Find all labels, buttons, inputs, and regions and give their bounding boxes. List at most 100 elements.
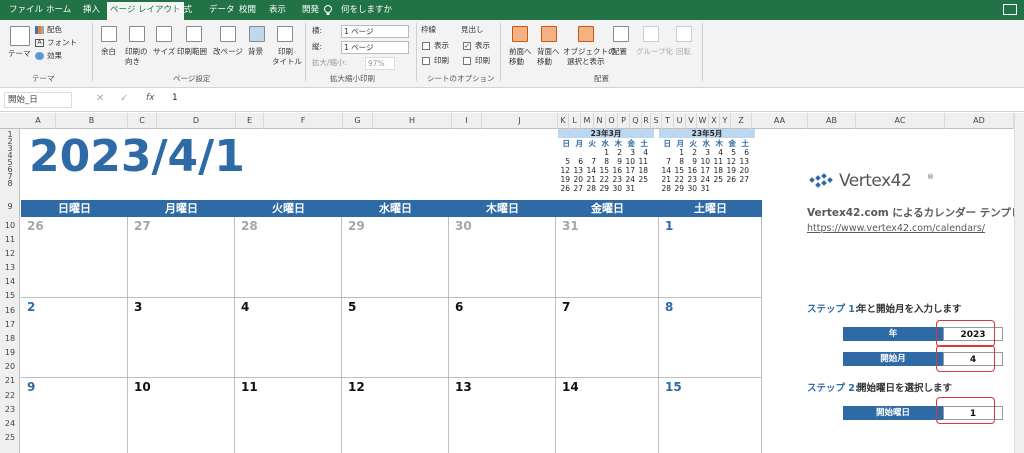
column-header[interactable]: V — [686, 113, 697, 129]
column-header[interactable]: X — [709, 113, 720, 129]
column-header[interactable]: P — [618, 113, 630, 129]
row-header[interactable]: 10 — [0, 220, 20, 232]
column-header[interactable]: S — [651, 113, 662, 129]
selection-pane-label-2[interactable]: 選択と表示 — [567, 57, 605, 67]
background-icon[interactable] — [249, 26, 265, 42]
effects-button[interactable]: 効果 — [47, 51, 62, 61]
page-break-icon[interactable] — [220, 26, 236, 42]
print-area-icon[interactable] — [186, 26, 202, 42]
calendar-day-cell[interactable]: 12 — [342, 378, 449, 453]
print-titles-icon[interactable] — [277, 26, 293, 42]
calendar-day-cell[interactable]: 10 — [128, 378, 235, 453]
margins-icon[interactable] — [101, 26, 117, 42]
row-header[interactable]: 15 — [0, 290, 20, 302]
group-button[interactable]: グループ化 — [636, 47, 673, 57]
formula-input[interactable]: 1 — [172, 93, 178, 103]
column-header[interactable]: W — [697, 113, 709, 129]
column-header[interactable]: AB — [808, 113, 856, 129]
column-header[interactable]: E — [236, 113, 264, 129]
row-header[interactable]: 24 — [0, 418, 20, 430]
margins-button[interactable]: 余白 — [101, 47, 116, 57]
row-header[interactable]: 22 — [0, 390, 20, 402]
calendar-day-cell[interactable]: 1 — [659, 217, 762, 298]
row-header[interactable]: 21 — [0, 375, 20, 387]
orientation-label-2[interactable]: 向き — [125, 57, 140, 67]
calendar-day-cell[interactable]: 11 — [235, 378, 342, 453]
orientation-label-1[interactable]: 印刷の — [125, 47, 148, 57]
height-select[interactable]: 1 ページ — [341, 41, 409, 54]
calendar-day-cell[interactable]: 28 — [235, 217, 342, 298]
group-icon[interactable] — [643, 26, 659, 42]
function-icon[interactable]: fx — [146, 93, 155, 103]
column-header[interactable]: N — [594, 113, 606, 129]
calendar-day-cell[interactable]: 4 — [235, 298, 342, 378]
tab-7[interactable]: 表示 — [266, 0, 289, 20]
tab-0[interactable]: ファイル — [6, 0, 46, 20]
row-header[interactable]: 16 — [0, 305, 20, 317]
row-header[interactable]: 14 — [0, 276, 20, 288]
scale-input[interactable]: 97% — [365, 57, 395, 70]
calendar-day-cell[interactable]: 6 — [449, 298, 556, 378]
colors-button[interactable]: 配色 — [47, 25, 62, 35]
column-header[interactable]: L — [569, 113, 581, 129]
send-backward-label-1[interactable]: 背面へ — [537, 47, 560, 57]
selection-pane-icon[interactable] — [578, 26, 594, 42]
comments-icon[interactable] — [1003, 4, 1017, 15]
background-button[interactable]: 背景 — [248, 47, 263, 57]
row-header[interactable]: 25 — [0, 432, 20, 444]
print-titles-label-1[interactable]: 印刷 — [278, 47, 293, 57]
vertical-scrollbar[interactable] — [1014, 113, 1024, 453]
bring-forward-label-2[interactable]: 移動 — [509, 57, 524, 67]
calendar-day-cell[interactable]: 3 — [128, 298, 235, 378]
orientation-icon[interactable] — [129, 26, 145, 42]
column-header[interactable]: C — [128, 113, 157, 129]
bring-forward-label-1[interactable]: 前面へ — [509, 47, 532, 57]
column-header[interactable]: H — [373, 113, 452, 129]
row-header[interactable]: 11 — [0, 234, 20, 246]
cancel-icon[interactable]: ✕ — [96, 93, 104, 104]
column-header[interactable]: U — [674, 113, 686, 129]
column-header[interactable]: AD — [945, 113, 1014, 129]
fonts-button[interactable]: フォント — [47, 38, 77, 48]
row-header[interactable]: 19 — [0, 347, 20, 359]
calendar-day-cell[interactable]: 29 — [342, 217, 449, 298]
column-header[interactable]: M — [581, 113, 594, 129]
calendar-day-cell[interactable]: 5 — [342, 298, 449, 378]
column-header[interactable]: R — [642, 113, 651, 129]
calendar-day-cell[interactable]: 27 — [128, 217, 235, 298]
row-header[interactable]: 17 — [0, 319, 20, 331]
rotate-icon[interactable] — [676, 26, 692, 42]
tab-1[interactable]: ホーム — [43, 0, 74, 20]
theme-icon[interactable] — [10, 26, 30, 46]
gridlines-print-checkbox[interactable] — [422, 57, 430, 65]
row-header[interactable]: 23 — [0, 404, 20, 416]
column-header[interactable]: Q — [630, 113, 642, 129]
tab-8[interactable]: 開発 — [299, 0, 322, 20]
calendar-day-cell[interactable]: 2 — [21, 298, 128, 378]
worksheet[interactable]: 2023/4/1 23年3月日月火水木金土 1 2 3 4 5 6 7 8 9 10 11 12 13 14… — [21, 129, 1014, 453]
tell-me-search[interactable]: 何をしますか — [338, 0, 395, 20]
row-header[interactable]: 9 — [0, 201, 20, 213]
column-header[interactable]: G — [343, 113, 373, 129]
row-header[interactable]: 13 — [0, 262, 20, 274]
column-header[interactable]: D — [157, 113, 236, 129]
row-header[interactable]: 20 — [0, 361, 20, 373]
calendar-day-cell[interactable]: 8 — [659, 298, 762, 378]
size-icon[interactable] — [156, 26, 172, 42]
calendar-day-cell[interactable]: 7 — [556, 298, 659, 378]
bring-forward-icon[interactable] — [512, 26, 528, 42]
vertex42-link[interactable]: https://www.vertex42.com/calendars/ — [807, 223, 985, 234]
align-button[interactable]: 配置 — [612, 47, 627, 57]
column-header[interactable]: K — [558, 113, 569, 129]
column-header[interactable]: F — [264, 113, 343, 129]
column-header[interactable]: J — [482, 113, 558, 129]
column-header[interactable]: O — [606, 113, 618, 129]
rotate-button[interactable]: 回転 — [676, 47, 691, 57]
column-header[interactable]: T — [662, 113, 674, 129]
tab-5[interactable]: データ — [206, 0, 238, 20]
headings-print-checkbox[interactable] — [463, 57, 471, 65]
column-header[interactable]: B — [56, 113, 128, 129]
gridlines-view-checkbox[interactable] — [422, 42, 430, 50]
align-icon[interactable] — [613, 26, 629, 42]
send-backward-label-2[interactable]: 移動 — [537, 57, 552, 67]
